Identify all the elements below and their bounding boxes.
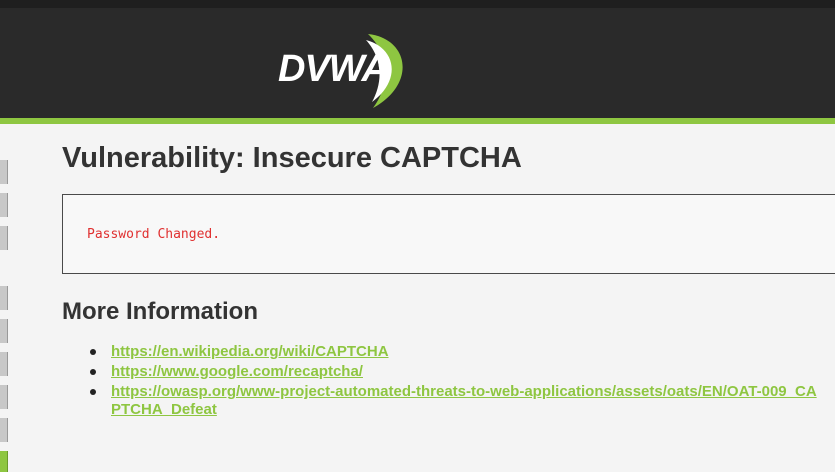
- sidebar-item[interactable]: [0, 385, 8, 409]
- bullet-icon: [90, 389, 96, 395]
- more-information-heading: More Information: [62, 298, 258, 325]
- more-information-list: https://en.wikipedia.org/wiki/CAPTCHA ht…: [86, 343, 826, 421]
- list-item: https://www.google.com/recaptcha/: [86, 363, 826, 381]
- sidebar-item[interactable]: [0, 286, 8, 310]
- sidebar-item-active[interactable]: [0, 451, 8, 472]
- logo-text: DVWA: [278, 48, 389, 90]
- sidebar-item[interactable]: [0, 418, 8, 442]
- list-item: https://owasp.org/www-project-automated-…: [86, 383, 826, 419]
- sidebar-item[interactable]: [0, 319, 8, 343]
- header-accent-bar: [0, 118, 835, 124]
- list-item: https://en.wikipedia.org/wiki/CAPTCHA: [86, 343, 826, 361]
- dvwa-logo[interactable]: DVWA: [268, 28, 418, 114]
- sidebar-item[interactable]: [0, 193, 8, 217]
- sidebar-item[interactable]: [0, 352, 8, 376]
- vulnerable-code-area: Password Changed.: [62, 194, 835, 274]
- bullet-icon: [90, 369, 96, 375]
- page-title: Vulnerability: Insecure CAPTCHA: [62, 142, 522, 174]
- wikipedia-captcha-link[interactable]: https://en.wikipedia.org/wiki/CAPTCHA: [111, 343, 389, 360]
- site-header: DVWA: [0, 0, 835, 118]
- owasp-captcha-defeat-link[interactable]: https://owasp.org/www-project-automated-…: [111, 383, 817, 418]
- google-recaptcha-link[interactable]: https://www.google.com/recaptcha/: [111, 363, 363, 380]
- bullet-icon: [90, 349, 96, 355]
- sidebar-item[interactable]: [0, 226, 8, 250]
- sidebar-item[interactable]: [0, 160, 8, 184]
- status-message: Password Changed.: [87, 227, 221, 242]
